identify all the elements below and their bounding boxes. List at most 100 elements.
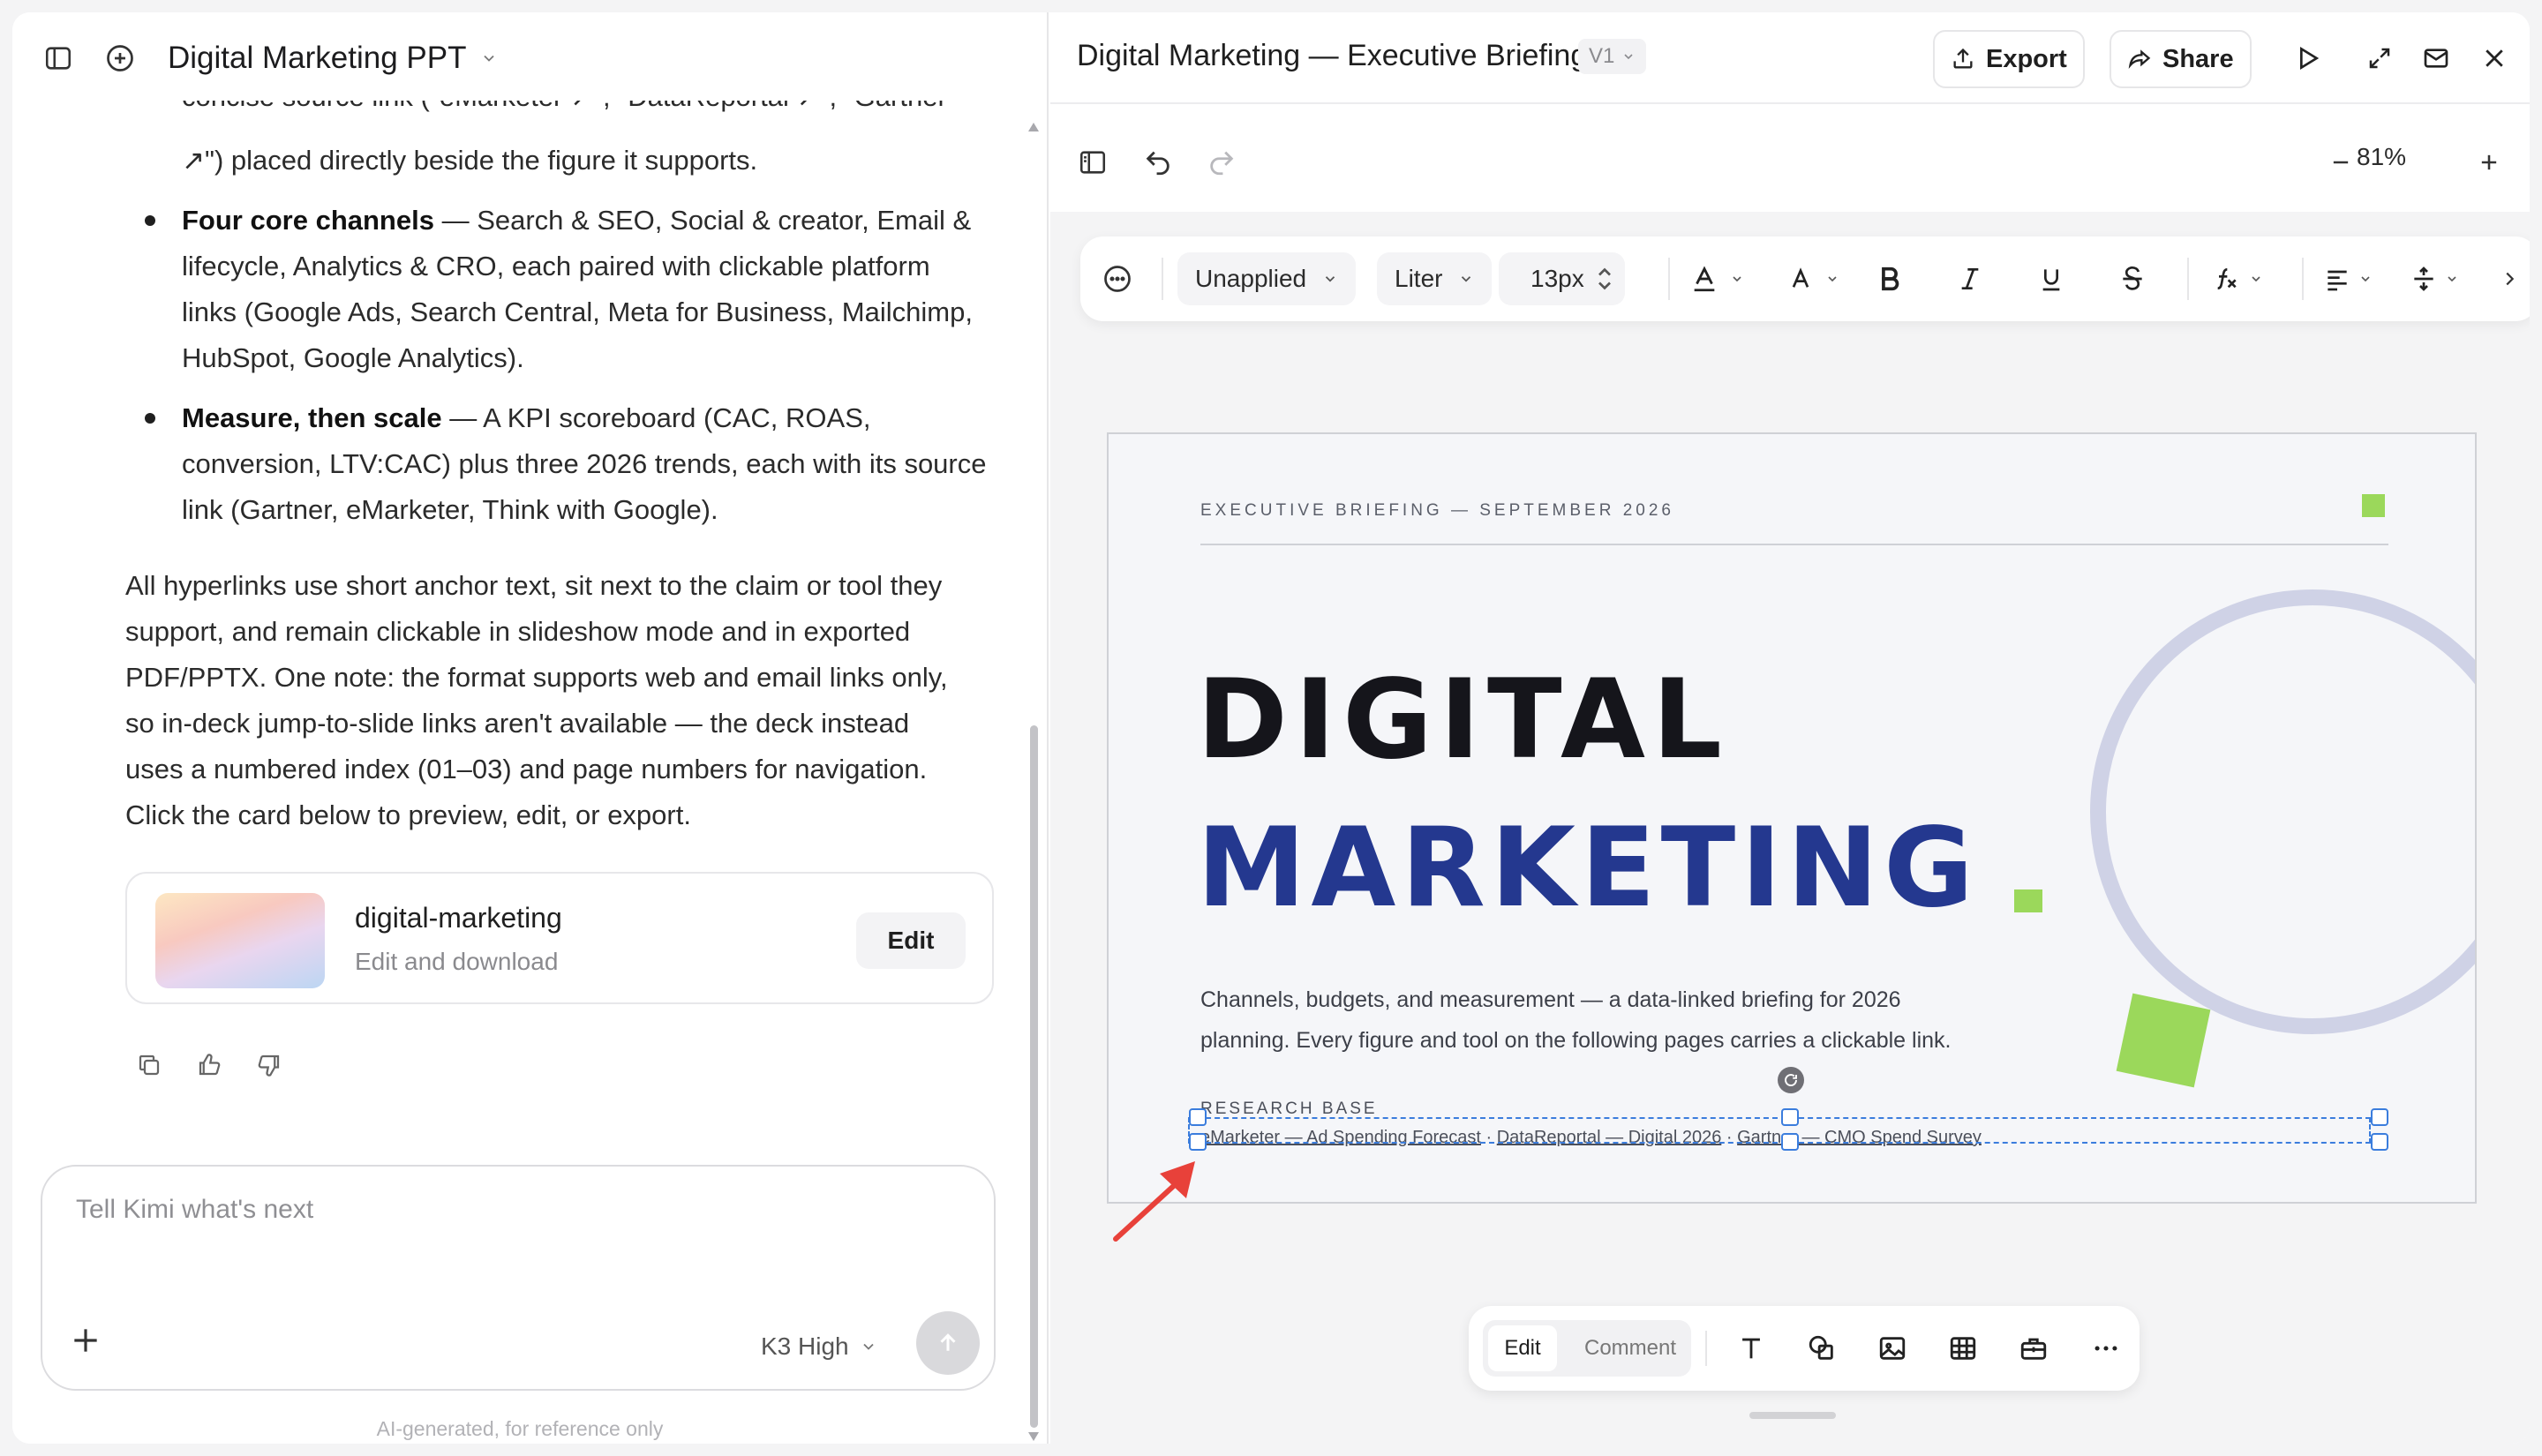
message-text: Click the card below to preview, edit, o…	[125, 799, 691, 830]
decorative-square[interactable]	[2116, 993, 2211, 1088]
model-selector[interactable]: K3 High	[761, 1332, 877, 1361]
resize-handle-bottom-right[interactable]	[2371, 1133, 2388, 1151]
headline-period-accent	[2014, 889, 2042, 912]
thumbs-down-icon[interactable]	[256, 1052, 282, 1078]
list-item: Measure, then scale — A KPI scoreboard (…	[182, 402, 871, 433]
file-card[interactable]: digital-marketing Edit and download Edit	[125, 872, 994, 1004]
style-dropdown[interactable]: Unapplied	[1177, 236, 1357, 321]
chevron-down-icon	[1462, 276, 1471, 282]
italic-icon[interactable]	[1956, 236, 1984, 321]
chat-scrollbar[interactable]	[1026, 109, 1042, 1442]
selection-box[interactable]	[1188, 1117, 2371, 1144]
rotate-handle-icon[interactable]	[1778, 1067, 1804, 1093]
resize-handle-top-center[interactable]	[1781, 1108, 1799, 1126]
formula-dropdown[interactable]	[2212, 236, 2263, 321]
copy-icon[interactable]	[136, 1052, 162, 1078]
share-button[interactable]: Share	[2110, 30, 2252, 88]
close-icon[interactable]	[2470, 34, 2519, 83]
resize-handle-top-left[interactable]	[1189, 1108, 1207, 1126]
resize-handle-top-right[interactable]	[2371, 1108, 2388, 1126]
new-chat-icon[interactable]	[95, 34, 145, 83]
card-edit-button[interactable]: Edit	[856, 912, 966, 969]
comment-icon[interactable]	[1102, 236, 1133, 321]
resize-handle-bottom-left[interactable]	[1189, 1133, 1207, 1151]
editor-header: Digital Marketing — Executive Briefing V…	[1050, 12, 2530, 104]
text-color-dropdown[interactable]	[1689, 236, 1744, 321]
slide-headline-line2[interactable]: MARKETING	[1197, 814, 1979, 923]
list-item: Four core channels — Search & SEO, Socia…	[182, 205, 972, 236]
version-dropdown[interactable]: V1	[1578, 39, 1647, 74]
chat-input-placeholder[interactable]: Tell Kimi what's next	[76, 1195, 313, 1225]
thumbs-up-icon[interactable]	[196, 1052, 222, 1078]
strikethrough-icon[interactable]	[2118, 236, 2147, 321]
message-text: support, and remain clickable in slidesh…	[125, 616, 911, 647]
zoom-level: 81%	[2357, 143, 2407, 170]
upload-icon	[1953, 48, 1973, 69]
sidebar-toggle-icon[interactable]	[34, 34, 83, 83]
list-item-text: lifecycle, Analytics & CRO, each paired …	[182, 251, 930, 281]
research-base-label[interactable]: RESEARCH BASE	[1200, 1100, 1378, 1119]
fullscreen-icon[interactable]	[2355, 34, 2404, 83]
toolbar-divider	[1162, 258, 1163, 300]
image-tool-icon[interactable]	[1868, 1324, 1917, 1373]
font-dropdown[interactable]: Liter	[1377, 236, 1493, 321]
underline-icon[interactable]	[2037, 236, 2065, 321]
panel-grabber[interactable]	[1749, 1412, 1836, 1419]
list-item-text: HubSpot, Google Analytics).	[182, 342, 524, 373]
resize-handle-bottom-center[interactable]	[1781, 1133, 1799, 1151]
font-size-stepper[interactable]: 13px	[1499, 236, 1625, 321]
toolbar-divider	[2187, 258, 2189, 300]
shape-tool-icon[interactable]	[1797, 1324, 1846, 1373]
align-left-icon	[2328, 270, 2347, 291]
chevron-down-icon	[484, 55, 495, 62]
export-button[interactable]: Export	[1933, 30, 2085, 88]
font-value: Liter	[1395, 265, 1443, 292]
message-text: ↗") placed directly beside the figure it…	[182, 145, 758, 176]
undo-icon[interactable]	[1133, 138, 1183, 187]
font-size-value: 13px	[1530, 265, 1584, 292]
spacing-dropdown[interactable]	[2410, 236, 2459, 321]
highlight-icon	[1792, 267, 1809, 288]
function-icon	[2217, 268, 2237, 289]
panel-toggle-icon[interactable]	[1068, 138, 1117, 187]
bold-icon[interactable]	[1875, 236, 1905, 321]
chevron-down-icon	[1325, 276, 1335, 282]
message-text: concise source link ("eMarketer ↗", "Dat…	[182, 101, 947, 120]
mail-icon[interactable]	[2411, 34, 2461, 83]
scrollbar-thumb[interactable]	[1030, 725, 1038, 1428]
toolbox-icon[interactable]	[2009, 1324, 2058, 1373]
slide-headline-line1[interactable]: DIGITAL	[1197, 665, 1729, 775]
scroll-up-icon[interactable]	[1027, 122, 1040, 132]
chat-scroll-area[interactable]: concise source link ("eMarketer ↗", "Dat…	[12, 101, 1027, 1151]
chevron-down-icon	[862, 1343, 874, 1350]
redo-icon[interactable]	[1197, 138, 1246, 187]
edit-mode-tab[interactable]: Edit	[1488, 1325, 1557, 1371]
editor-pane: Digital Marketing — Executive Briefing V…	[1050, 12, 2530, 1444]
slide-kicker[interactable]: EXECUTIVE BRIEFING — SEPTEMBER 2026	[1200, 501, 1674, 521]
play-icon[interactable]	[2283, 34, 2332, 83]
zoom-in-icon[interactable]	[2464, 138, 2514, 187]
more-options-icon[interactable]	[2081, 1324, 2131, 1373]
slide-description[interactable]: Channels, budgets, and measurement — a d…	[1200, 979, 1995, 1061]
send-button[interactable]	[916, 1311, 980, 1375]
chat-pane: Digital Marketing PPT concise source lin…	[12, 12, 1049, 1444]
comment-mode-tab[interactable]: Comment	[1573, 1325, 1688, 1371]
chevron-down-icon	[1733, 276, 1741, 282]
format-toolbar: Unapplied Liter 13px	[1080, 236, 2530, 321]
doc-title-dropdown[interactable]: Digital Marketing PPT	[168, 41, 498, 76]
stepper-arrows-icon[interactable]	[1597, 266, 1613, 292]
version-label: V1	[1589, 44, 1615, 68]
highlight-dropdown[interactable]	[1786, 236, 1839, 321]
text-tool-icon[interactable]	[1726, 1324, 1776, 1373]
align-dropdown[interactable]	[2323, 236, 2373, 321]
chat-input-box[interactable]: Tell Kimi what's next K3 High	[41, 1165, 996, 1391]
deck-title: Digital Marketing — Executive Briefing	[1077, 39, 1588, 72]
message-text: All hyperlinks use short anchor text, si…	[125, 570, 943, 601]
decorative-ring[interactable]	[2090, 589, 2475, 1034]
table-tool-icon[interactable]	[1938, 1324, 1988, 1373]
mode-switch: Edit Comment	[1483, 1320, 1691, 1377]
accent-square[interactable]	[2362, 494, 2385, 517]
more-tools-chevron-icon[interactable]	[2500, 236, 2519, 321]
add-attachment-icon[interactable]	[69, 1324, 102, 1357]
scroll-down-icon[interactable]	[1027, 1431, 1040, 1442]
